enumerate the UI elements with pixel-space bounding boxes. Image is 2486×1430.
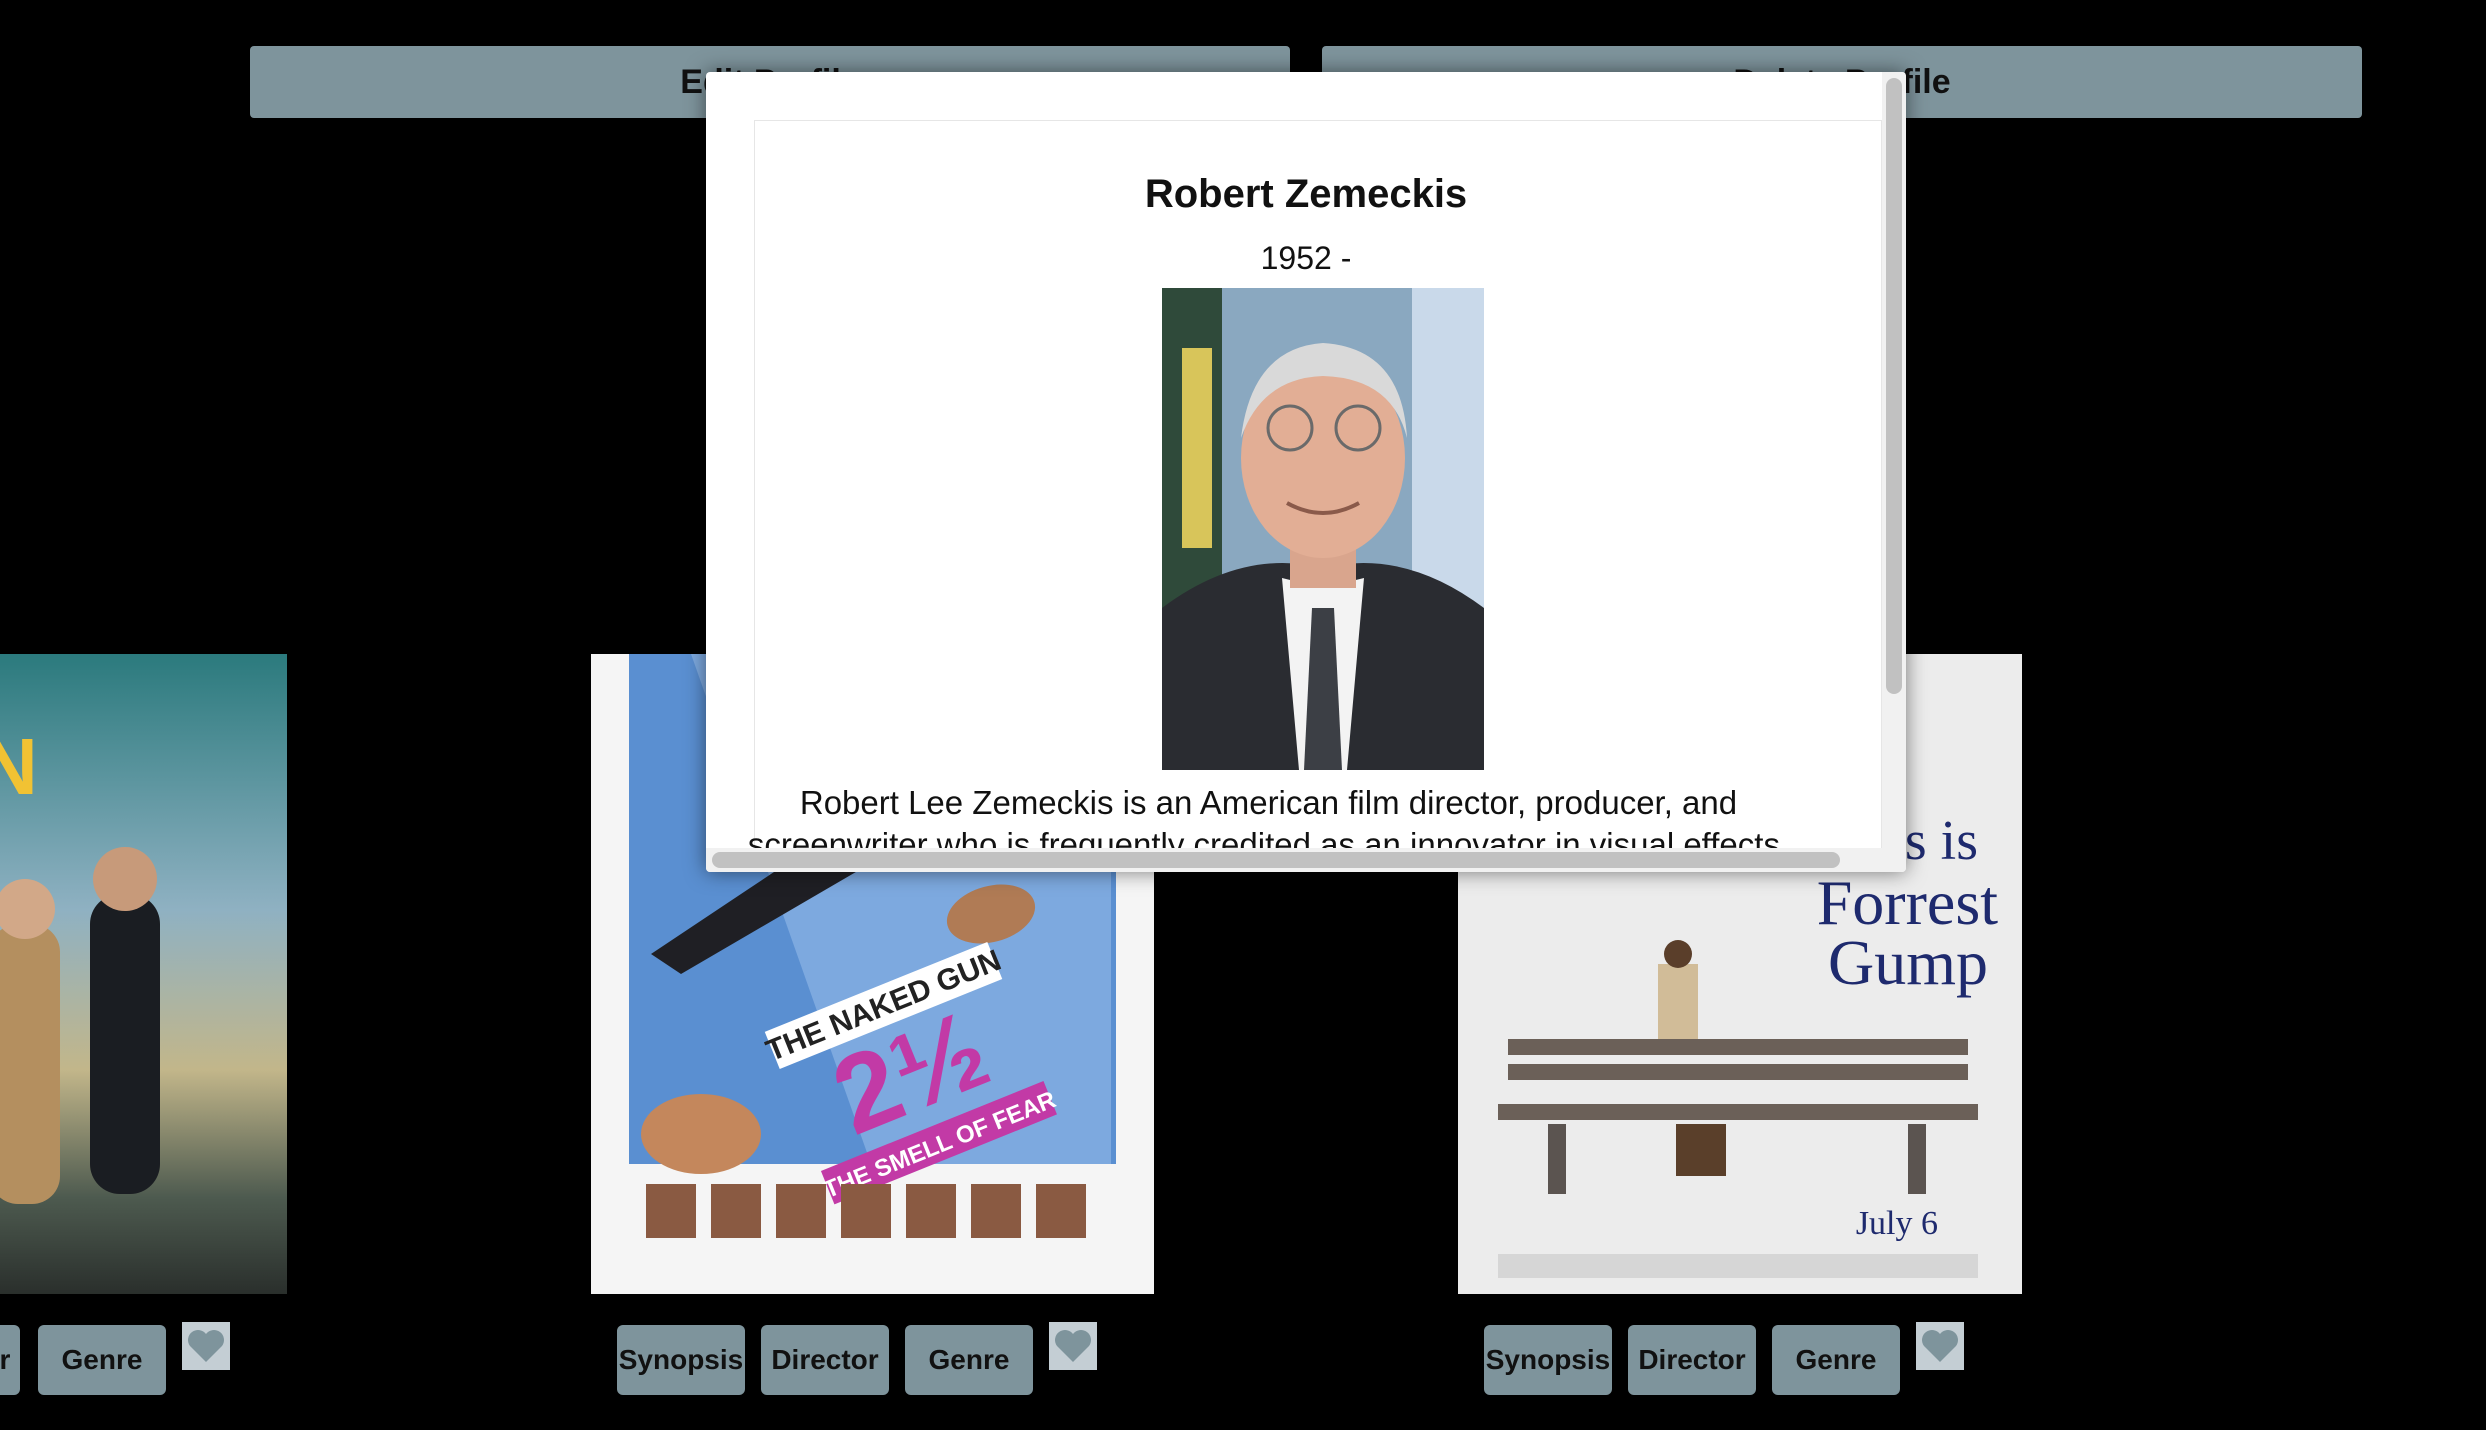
director-modal[interactable]: Robert Zemeckis 1952 - Robert Lee Zemeck… <box>706 72 1906 872</box>
director-button-left[interactable]: r <box>0 1325 20 1395</box>
heart-icon <box>1922 1330 1958 1362</box>
horizontal-scrollbar-thumb[interactable] <box>712 852 1840 868</box>
genre-button-left[interactable]: Genre <box>38 1325 166 1395</box>
heart-icon <box>188 1330 224 1362</box>
director-label-right: Director <box>1638 1344 1746 1375</box>
genre-label-right: Genre <box>1795 1344 1877 1375</box>
favorite-button-right[interactable] <box>1916 1322 1964 1370</box>
synopsis-button-right[interactable]: Synopsis <box>1484 1325 1612 1395</box>
movie-poster-left[interactable]: N <box>0 654 287 1294</box>
director-name: Robert Zemeckis <box>1144 172 1468 216</box>
synopsis-label-middle: Synopsis <box>618 1344 744 1375</box>
director-label-middle: Director <box>771 1344 879 1375</box>
synopsis-button-middle[interactable]: Synopsis <box>617 1325 745 1395</box>
director-button-middle[interactable]: Director <box>761 1325 889 1395</box>
synopsis-label-right: Synopsis <box>1485 1344 1611 1375</box>
genre-label-left: Genre <box>61 1344 143 1375</box>
genre-button-right[interactable]: Genre <box>1772 1325 1900 1395</box>
favorite-button-middle[interactable] <box>1049 1322 1097 1370</box>
director-button-right[interactable]: Director <box>1628 1325 1756 1395</box>
genre-button-middle[interactable]: Genre <box>905 1325 1033 1395</box>
gump-line4: Gump <box>1828 927 1988 998</box>
genre-label-middle: Genre <box>928 1344 1010 1375</box>
horizontal-scrollbar[interactable] <box>706 848 1882 872</box>
director-label-left: r <box>0 1344 11 1375</box>
svg-text:N: N <box>0 722 38 811</box>
director-years: 1952 - <box>1260 240 1352 276</box>
heart-icon <box>1055 1330 1091 1362</box>
director-portrait <box>1162 288 1484 770</box>
gump-date: July 6 <box>1856 1205 1938 1242</box>
poster-art-left: N <box>0 654 287 1294</box>
portrait-art <box>1162 288 1484 770</box>
favorite-button-left[interactable] <box>182 1322 230 1370</box>
vertical-scrollbar-thumb[interactable] <box>1886 78 1902 694</box>
vertical-scrollbar[interactable] <box>1882 72 1906 872</box>
